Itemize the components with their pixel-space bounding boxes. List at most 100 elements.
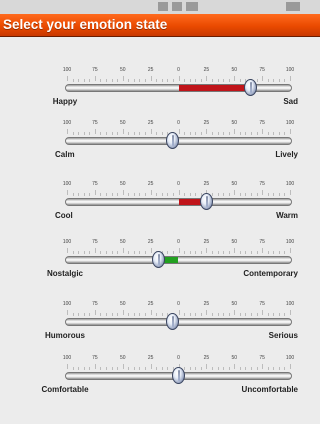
scale-tick [217,132,219,135]
scale-tick [78,79,80,82]
scale-tick-label: 50 [231,67,238,73]
scale-tick [273,193,275,196]
scale-tick [89,367,91,370]
scale-tick [200,313,202,316]
scale-tick [290,364,291,369]
scale-tick [195,79,197,82]
scale-tick-label: 75 [259,181,265,187]
scale-tick [184,79,186,82]
slider-track[interactable] [65,256,292,264]
scale-tick-label: 75 [259,301,265,307]
scale-tick-label: 100 [62,181,72,187]
scale-tick [256,251,258,254]
scale-tick [89,79,91,82]
scale-tick [78,132,80,135]
scale-tick [245,251,247,254]
slider-right-label: Uncomfortable [241,385,298,394]
scale-tick [67,129,68,134]
scale-tick [267,367,269,370]
scale-tick [189,313,191,316]
scale-tick [206,364,208,369]
slider-knob[interactable] [166,132,180,149]
scale-tick [228,313,230,316]
scale-tick [106,193,108,196]
scale-tick-label: 75 [92,181,98,187]
scale-tick [200,79,202,82]
slider-right-label: Contemporary [243,269,298,278]
scale-tick [290,190,291,195]
scale-tick [172,79,174,82]
scale-tick [139,79,141,82]
scale-tick [278,367,280,370]
scale-tick [139,367,141,370]
scale-tick-label: 100 [285,181,295,187]
scale-tick [217,313,219,316]
scale-tick [267,251,269,254]
scale-tick [223,313,225,316]
slider-knob[interactable] [172,367,185,384]
scale-tick [122,190,124,195]
scale-tick [150,248,152,253]
scale-tick-label: 25 [147,355,154,361]
scale-tick [217,251,219,254]
scale-tick [189,251,191,254]
scale-tick-label: 0 [177,355,180,361]
scale-tick-label: 100 [285,301,295,307]
scale-tick [100,193,102,196]
emotion-slider-row: 100 75 50 25 0 25 50 75 100 Humorous Serious [0,301,320,361]
scale-tick [234,310,236,315]
emotion-slider-row: 100 75 50 25 0 25 50 75 100 Cool Warm [0,181,320,241]
scale-tick [111,132,113,135]
scale-tick-label: 0 [177,181,180,187]
scale-tick [228,79,230,82]
scale-tick [178,129,180,134]
slider-knob[interactable] [244,79,258,96]
scale-tick [167,251,169,254]
scale-tick [211,367,213,370]
scale-tick [89,193,91,196]
scale-tick [83,132,85,135]
scale-tick [111,313,113,316]
scale-tick [100,79,102,82]
scale-tick [189,79,191,82]
scale-tick [117,367,119,370]
slider-knob[interactable] [199,193,213,210]
scale-tick [217,193,219,196]
scale-tick [111,79,113,82]
scale-tick [211,251,213,254]
scale-tick [178,76,180,81]
scale-tick [267,132,269,135]
scale-tick [67,248,68,253]
scale-tick [256,79,258,82]
scale-tick-label: 50 [119,355,126,361]
scale-tick [167,193,169,196]
scale-tick [117,251,119,254]
dialog-title: Select your emotion state [3,17,168,32]
scale-tick-label: 0 [177,239,180,245]
scale-tick [189,193,191,196]
scale-tick [161,313,163,316]
scale-tick-label: 25 [203,355,210,361]
scale-tick [195,193,197,196]
scale-tick-label: 75 [92,301,98,307]
scale-tick [206,76,208,81]
scale-tick [290,76,291,81]
scale-tick [94,129,96,134]
scale-tick [284,132,286,135]
scale-tick [184,193,186,196]
scale-tick-label: 75 [92,239,98,245]
scale-tick [273,313,275,316]
scale-tick-label: 100 [62,301,72,307]
scale-tick [200,367,202,370]
scale-tick [94,364,96,369]
scale-tick [239,79,241,82]
scale-tick [195,313,197,316]
slider-knob[interactable] [151,251,165,268]
scale-tick-label: 50 [231,355,238,361]
scale-tick [72,313,74,316]
scale-tick [172,193,174,196]
scale-tick [83,367,85,370]
scale-tick [128,79,130,82]
slider-knob[interactable] [166,313,180,330]
scale-tick-label: 100 [285,355,295,361]
